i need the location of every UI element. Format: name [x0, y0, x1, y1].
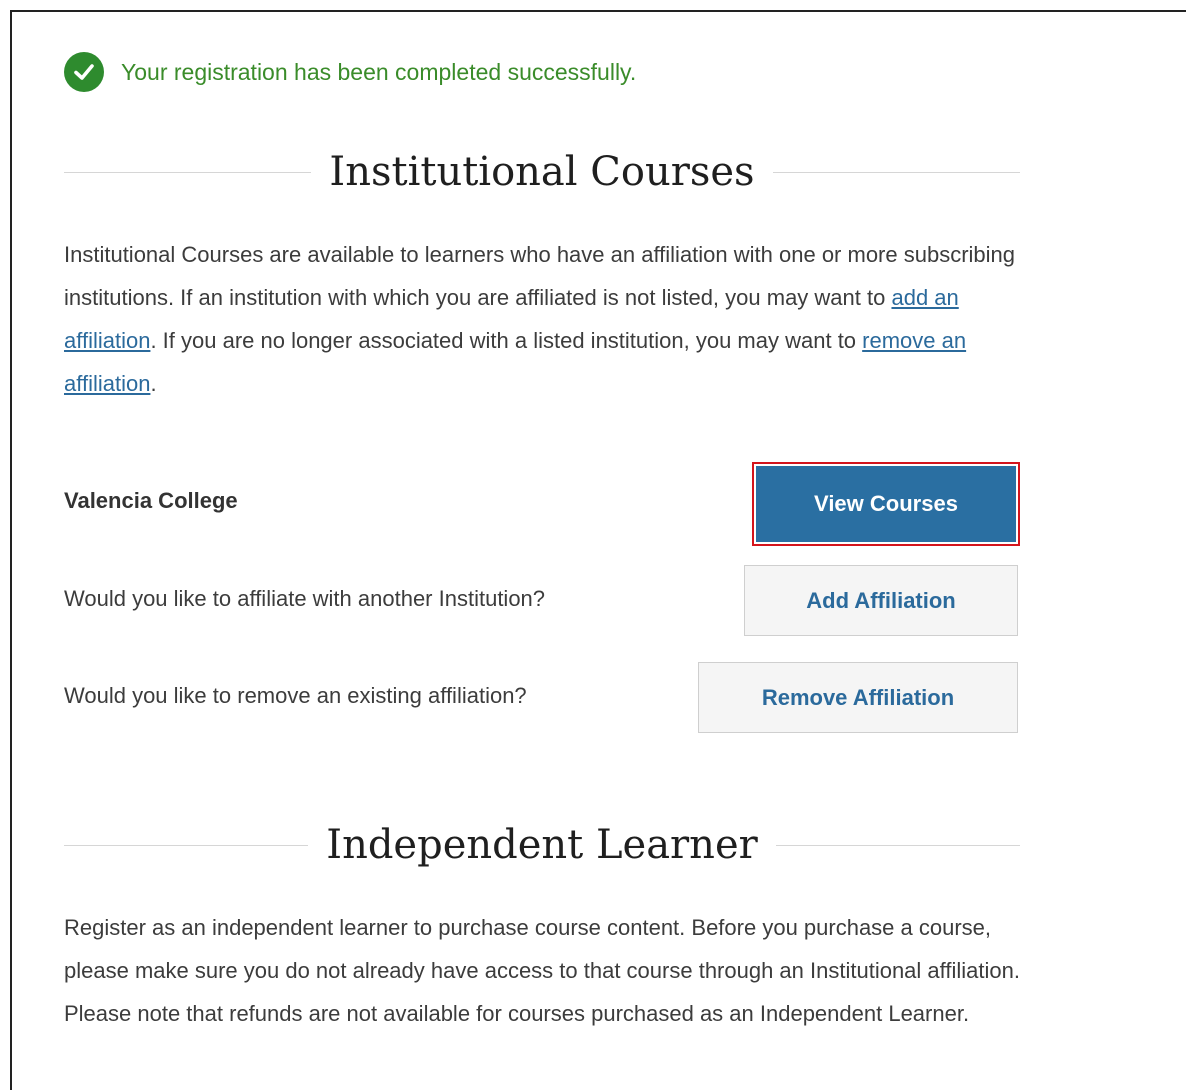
section-title-independent: Independent Learner	[326, 822, 758, 868]
remove-affiliation-button[interactable]: Remove Affiliation	[698, 662, 1018, 733]
divider-line	[64, 171, 312, 173]
view-courses-button[interactable]: View Courses	[752, 462, 1020, 546]
institutional-heading-row: Institutional Courses	[64, 142, 1020, 202]
remove-affiliation-question: Would you like to remove an existing aff…	[64, 683, 527, 708]
divider-line	[772, 171, 1020, 173]
divider-line	[775, 844, 1020, 846]
institution-name: Valencia College	[64, 488, 238, 513]
section-title-institutional: Institutional Courses	[329, 149, 755, 195]
description-text: Institutional Courses are available to l…	[64, 242, 1016, 310]
institutional-description: Institutional Courses are available to l…	[64, 233, 1024, 405]
add-affiliation-question: Would you like to affiliate with another…	[64, 586, 546, 611]
description-text: .	[150, 371, 157, 396]
divider-line	[64, 844, 309, 846]
success-banner: Your registration has been completed suc…	[64, 52, 636, 92]
add-affiliation-button[interactable]: Add Affiliation	[744, 565, 1018, 636]
check-circle-icon	[64, 52, 104, 92]
independent-heading-row: Independent Learner	[64, 815, 1020, 875]
independent-description: Register as an independent learner to pu…	[64, 915, 1020, 1026]
description-text: . If you are no longer associated with a…	[150, 328, 863, 353]
success-message: Your registration has been completed suc…	[121, 58, 637, 85]
